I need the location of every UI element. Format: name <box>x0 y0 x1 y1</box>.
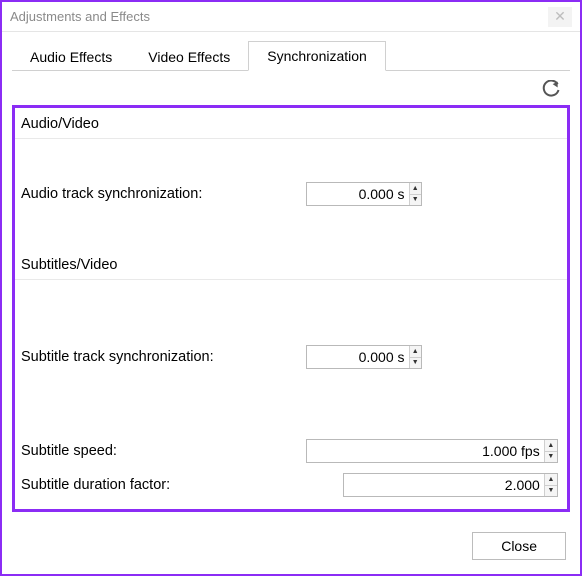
spacer <box>15 374 567 434</box>
input-subtitle-duration-field[interactable] <box>344 474 544 496</box>
tab-synchronization[interactable]: Synchronization <box>248 41 386 71</box>
input-subtitle-speed[interactable]: ▲ ▼ <box>306 439 558 463</box>
row-audio-sync: Audio track synchronization: ▲ ▼ <box>15 177 567 211</box>
label-subtitle-speed: Subtitle speed: <box>21 443 306 459</box>
label-subtitle-sync: Subtitle track synchronization: <box>21 349 306 365</box>
input-subtitle-sync-field[interactable] <box>307 346 409 368</box>
spacer <box>15 211 567 249</box>
tabs: Audio Effects Video Effects Synchronizat… <box>2 32 580 70</box>
spin-down-icon[interactable]: ▼ <box>545 486 557 497</box>
input-subtitle-duration[interactable]: ▲ ▼ <box>343 473 558 497</box>
spin-up-icon[interactable]: ▲ <box>545 474 557 486</box>
refresh-icon <box>541 80 561 100</box>
input-subtitle-speed-field[interactable] <box>307 440 544 462</box>
window-adjustments-effects: Adjustments and Effects ✕ Audio Effects … <box>0 0 582 576</box>
group-subtitles-video: Subtitles/Video <box>15 249 567 280</box>
input-subtitle-sync[interactable]: ▲ ▼ <box>306 345 422 369</box>
input-audio-sync[interactable]: ▲ ▼ <box>306 182 422 206</box>
window-title: Adjustments and Effects <box>10 9 548 24</box>
spin-up-icon[interactable]: ▲ <box>410 346 421 358</box>
spin-down-icon[interactable]: ▼ <box>545 452 557 463</box>
toolbar <box>2 71 580 105</box>
tab-video-effects[interactable]: Video Effects <box>130 43 248 71</box>
spacer <box>15 139 567 177</box>
group-audio-video: Audio/Video <box>15 108 567 139</box>
label-subtitle-duration: Subtitle duration factor: <box>21 477 306 493</box>
titlebar: Adjustments and Effects ✕ <box>2 2 580 32</box>
row-subtitle-speed: Subtitle speed: ▲ ▼ <box>15 434 567 468</box>
input-audio-sync-field[interactable] <box>307 183 409 205</box>
label-audio-sync: Audio track synchronization: <box>21 186 306 202</box>
spin-down-icon[interactable]: ▼ <box>410 195 421 206</box>
spin-down-icon[interactable]: ▼ <box>410 358 421 369</box>
sync-panel: Audio/Video Audio track synchronization:… <box>12 105 570 512</box>
close-icon: ✕ <box>554 8 566 25</box>
row-subtitle-duration: Subtitle duration factor: ▲ ▼ <box>15 468 567 502</box>
spin-up-icon[interactable]: ▲ <box>410 183 421 195</box>
tab-audio-effects[interactable]: Audio Effects <box>12 43 130 71</box>
row-subtitle-sync: Subtitle track synchronization: ▲ ▼ <box>15 340 567 374</box>
spin-up-icon[interactable]: ▲ <box>545 440 557 452</box>
footer: Close <box>2 522 580 574</box>
close-button[interactable]: Close <box>472 532 566 560</box>
refresh-button[interactable] <box>540 79 562 101</box>
window-close-button[interactable]: ✕ <box>548 7 572 27</box>
spacer <box>15 280 567 340</box>
